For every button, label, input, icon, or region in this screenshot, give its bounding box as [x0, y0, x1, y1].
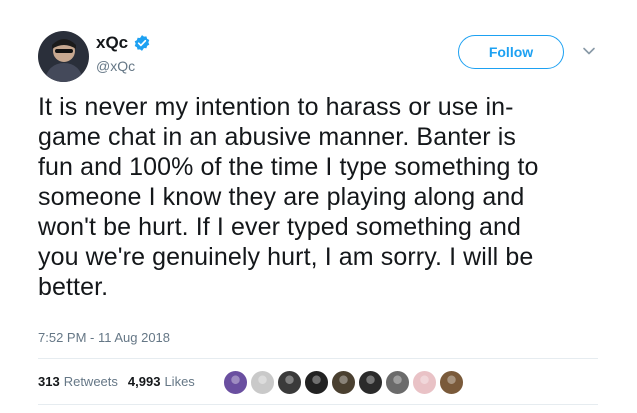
liker-avatar[interactable] [331, 370, 356, 395]
liker-avatar[interactable] [439, 370, 464, 395]
tweet-text: It is never my intention to harass or us… [38, 92, 598, 302]
tweet-text-line: someone I know they are playing along an… [38, 183, 525, 211]
liker-avatar[interactable] [412, 370, 437, 395]
engagement-stats: 313 Retweets 4,993 Likes [38, 374, 201, 389]
author-name[interactable]: xQc [96, 33, 128, 53]
follow-button[interactable]: Follow [458, 35, 564, 69]
retweets-stat[interactable]: 313 Retweets [38, 374, 118, 389]
liker-avatar[interactable] [358, 370, 383, 395]
liker-avatar[interactable] [223, 370, 248, 395]
liker-avatar[interactable] [250, 370, 275, 395]
divider [38, 404, 598, 405]
chevron-down-icon[interactable] [582, 44, 596, 58]
tweet-text-line: better. [38, 273, 109, 301]
likes-count: 4,993 [127, 374, 161, 389]
liker-avatar[interactable] [304, 370, 329, 395]
author-avatar[interactable] [38, 31, 89, 82]
author-handle[interactable]: @xQc [96, 58, 135, 74]
tweet-text-line: game chat in an abusive manner. Banter i… [38, 123, 516, 151]
tweet-text-line: It is never my intention to harass or us… [38, 93, 514, 121]
retweets-count: 313 [38, 374, 60, 389]
tweet-card: xQc @xQc Follow It is never my intention… [0, 0, 637, 413]
divider [38, 358, 598, 359]
avatar-image [38, 31, 89, 82]
author-name-row[interactable]: xQc [96, 33, 151, 53]
tweet-text-line: you we're genuinely hurt, I am sorry. I … [38, 243, 534, 271]
likes-label: Likes [164, 374, 195, 389]
liker-avatars [223, 370, 466, 395]
liker-avatar[interactable] [277, 370, 302, 395]
likes-stat[interactable]: 4,993 Likes [128, 374, 195, 389]
tweet-timestamp[interactable]: 7:52 PM - 11 Aug 2018 [38, 330, 170, 345]
verified-badge-icon [134, 35, 150, 51]
tweet-text-line: fun and 100% of the time I type somethin… [38, 153, 539, 181]
liker-avatar[interactable] [385, 370, 410, 395]
retweets-label: Retweets [63, 374, 118, 389]
tweet-text-line: won't be hurt. If I ever typed something… [38, 213, 522, 241]
